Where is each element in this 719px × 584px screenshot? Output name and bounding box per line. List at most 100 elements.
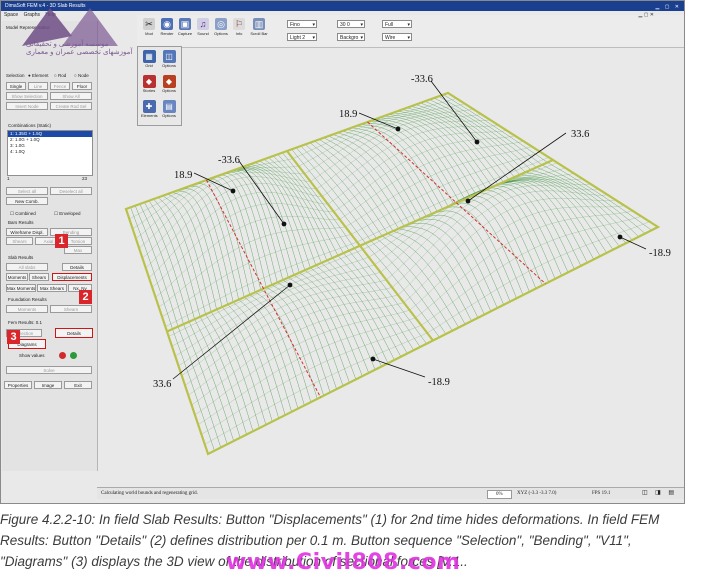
progress-indicator: 0% [487, 490, 512, 499]
moments-button[interactable]: Moments [6, 273, 28, 281]
insert-node-button[interactable]: Insert Node [6, 102, 48, 110]
coords-readout: XYZ (-3.3 -3.3 7.0) [517, 491, 557, 496]
exit-button[interactable]: Exit [64, 381, 92, 389]
red-status-dot[interactable] [59, 352, 66, 359]
shears-button[interactable]: Shears [29, 273, 49, 281]
reference-dash-line [367, 121, 546, 285]
create-rod-button[interactable]: Create Rod Sel [50, 102, 92, 110]
annotation-leader [172, 284, 291, 380]
slab-border [124, 91, 661, 456]
annotation-point [465, 198, 471, 204]
foundation-results-label: Foundation Results [8, 297, 47, 302]
callout-badge-3: 3 [7, 330, 20, 344]
annotation-point [370, 356, 376, 362]
slab-details-button[interactable]: Details [62, 263, 92, 271]
site-watermark: www.Civil808.com [226, 550, 461, 575]
scrollbar-button[interactable]: ▥ Scroll Bar [249, 18, 269, 36]
enveloped-label: Enveloped [59, 211, 81, 216]
background-select[interactable]: Backgro [337, 33, 365, 42]
caption-line-1: Figure 4.2.2-10: In field Slab Results: … [0, 512, 660, 527]
sound-label: Sound [197, 31, 209, 36]
solve-button[interactable]: Solve [6, 366, 92, 374]
menu-space[interactable]: Space [4, 12, 18, 18]
selection-mode-element[interactable]: ● Element [28, 73, 48, 78]
render-label: Render [160, 31, 174, 36]
angle-select[interactable]: 30 0 [337, 20, 365, 29]
bars-results-label: Bars Results [8, 220, 34, 225]
selection-mode-rod[interactable]: ○ Rod [54, 73, 66, 78]
annotation-point [281, 221, 287, 227]
select-all-button[interactable]: Select all [6, 187, 48, 195]
all-slabs-button[interactable]: All slabs [6, 263, 48, 271]
info-label: Info [235, 31, 243, 36]
new-comb-button[interactable]: New Comb. [6, 197, 48, 205]
fem-results-label: Fem Results: 0.1 [8, 320, 43, 325]
options-icon: ◎ [215, 18, 227, 30]
max-bar-button[interactable]: Max [64, 246, 92, 254]
info-button[interactable]: ⚐ Info [231, 18, 247, 36]
selection-label: Selection [6, 73, 25, 78]
selection-mode-node-label: Node [77, 73, 89, 78]
show-selection-button[interactable]: Show Selection [6, 92, 48, 100]
logo-text-line1: موسسه آموزشی و تحقیقاتی [26, 41, 109, 48]
options-button[interactable]: ◎ Options [213, 18, 229, 36]
torsion-button[interactable]: Torsion [64, 237, 92, 245]
combo-page-to: 23 [82, 176, 88, 181]
status-bar: Calculating world bounds and regeneratin… [97, 487, 684, 499]
light-select[interactable]: Light 2 [287, 33, 317, 42]
wireframe-displ-button[interactable]: Wireframe Displ. [6, 228, 48, 236]
callout-badge-2: 2 [79, 290, 92, 304]
window-controls[interactable]: ▁ ▢ ✕ [655, 2, 681, 12]
left-control-panel: Model Representation Selection ● Element… [2, 21, 98, 471]
toolbar-window-controls[interactable]: ▁ ▢ ✕ [638, 12, 654, 18]
annotation-point [395, 126, 401, 132]
render-button[interactable]: ◉ Render [159, 18, 175, 36]
combinations-list[interactable]: 1: 1.35G + 1.5Q 2: 1.0G + 1.0Q 3: 1.0G 4… [7, 130, 93, 176]
3d-viewport[interactable]: -33.6 18.9 33.6 -33.6 18.9 -18.9 33.6 -18.9 [98, 48, 684, 487]
mesh-line [222, 170, 344, 386]
pointer-icon: ✂ [143, 18, 155, 30]
sound-button[interactable]: ♫ Sound [195, 18, 211, 36]
fence-button[interactable]: Fence [50, 82, 70, 90]
single-button[interactable]: Single [6, 82, 26, 90]
floor-button[interactable]: Floor [72, 82, 92, 90]
support-beam [166, 158, 554, 333]
deselect-all-button[interactable]: Deselect all [50, 187, 92, 195]
annotation-point [230, 188, 236, 194]
displacements-button[interactable]: Displacements [52, 273, 92, 281]
annotation-label: 33.6 [571, 129, 589, 140]
mesh-line [199, 178, 312, 403]
show-values-label: Show values [19, 353, 45, 358]
capture-label: Capture [177, 31, 193, 36]
mod-button[interactable]: ✂ Mod [141, 18, 157, 36]
combo-page-from: 1 [7, 176, 10, 181]
line-button[interactable]: Line [28, 82, 48, 90]
shears-bar-button[interactable]: Shears [6, 237, 33, 245]
mesh-line [204, 176, 318, 399]
selection-mode-node[interactable]: ○ Node [74, 73, 89, 78]
capture-button[interactable]: ▣ Capture [177, 18, 193, 36]
show-all-button[interactable]: Show All [50, 92, 92, 100]
annotation-point [617, 234, 623, 240]
mesh-line [194, 180, 305, 406]
properties-button[interactable]: Properties [4, 381, 32, 389]
wire-select[interactable]: Wire [382, 33, 412, 42]
combined-checkbox[interactable]: ☐ Combined [10, 211, 36, 217]
selection-mode-rod-label: Rod [57, 73, 67, 78]
image-button[interactable]: Image [34, 381, 62, 389]
full-select[interactable]: Full [382, 20, 412, 29]
app-window: DimaSoft FEM v.4 - 3D Slab Results ▁ ▢ ✕… [0, 0, 685, 504]
list-item[interactable]: 4: 1.0Q [8, 149, 92, 155]
enveloped-checkbox[interactable]: ☐ Enveloped [54, 211, 81, 217]
foundation-moments-button[interactable]: Moments [6, 305, 48, 313]
max-shears-button[interactable]: Max Shears [37, 284, 67, 292]
render-icon: ◉ [161, 18, 173, 30]
annotation-point [287, 282, 293, 288]
foundation-shears-button[interactable]: Shears [50, 305, 92, 313]
fem-details-button[interactable]: Details [55, 328, 93, 338]
mesh-line [208, 174, 324, 396]
fine-select[interactable]: Fino [287, 20, 317, 29]
max-moments-button[interactable]: Max Moments [6, 284, 36, 292]
green-status-dot[interactable] [70, 352, 77, 359]
logo-text-line2: آموزشهای تخصصی عمران و معماری [26, 49, 133, 56]
